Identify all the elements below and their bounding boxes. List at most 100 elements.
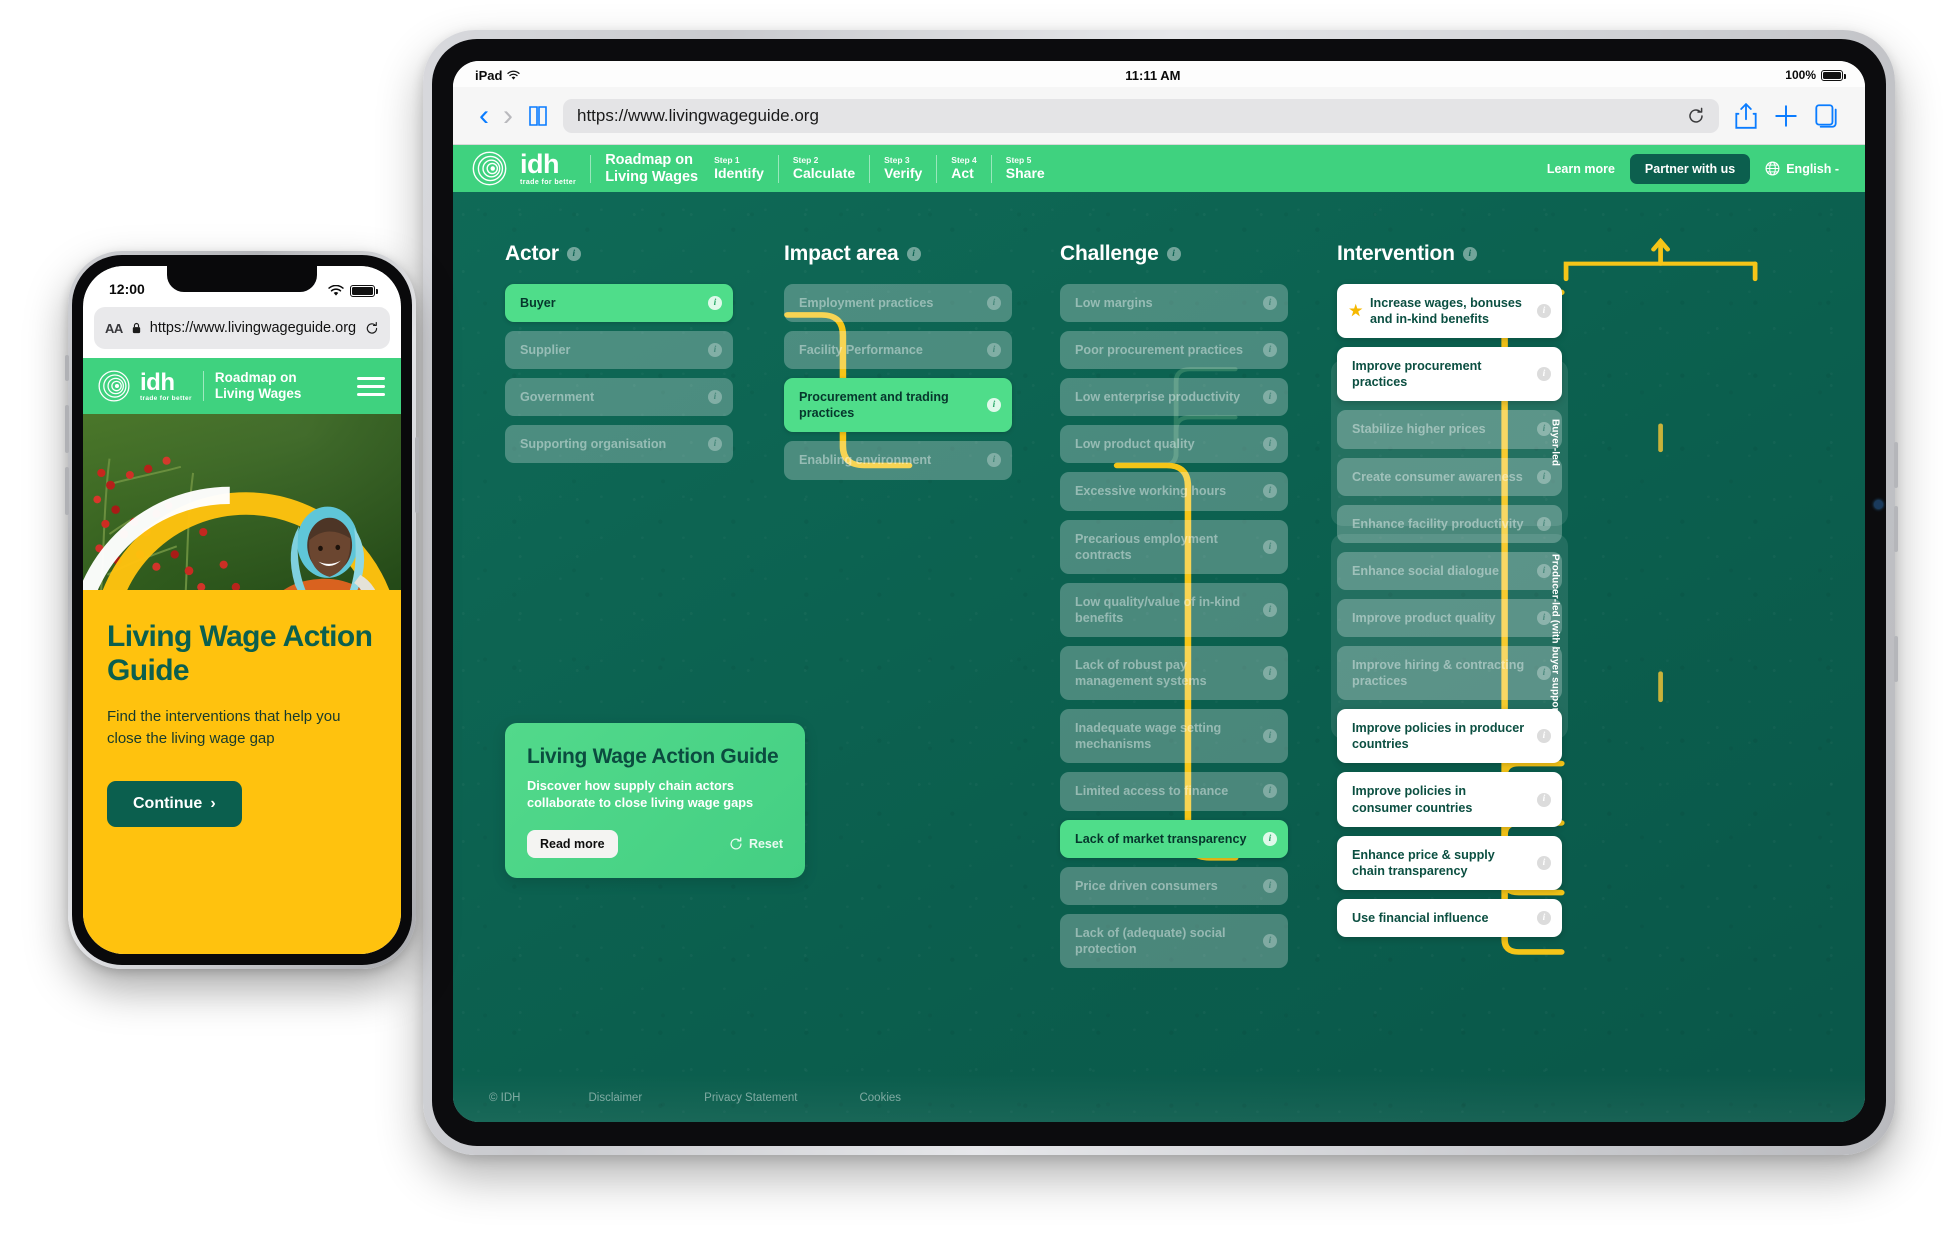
language-selector[interactable]: English -: [1765, 161, 1839, 176]
info-icon[interactable]: i: [1537, 610, 1551, 625]
info-icon[interactable]: i: [1263, 784, 1277, 799]
info-icon[interactable]: i: [1263, 343, 1277, 358]
partner-with-us-button[interactable]: Partner with us: [1629, 153, 1751, 184]
flow-node[interactable]: Facility Performance i: [784, 331, 1012, 370]
ipad-power-button[interactable]: [1894, 636, 1898, 682]
flow-node[interactable]: Excessive working hours i: [1060, 472, 1288, 511]
nav-step-act[interactable]: Step 4 Act: [951, 155, 977, 181]
footer-link[interactable]: Privacy Statement: [704, 1092, 797, 1104]
iphone-power-button[interactable]: [415, 437, 419, 513]
flow-node[interactable]: Supporting organisation i: [505, 425, 733, 464]
flow-node[interactable]: Low product quality i: [1060, 425, 1288, 464]
info-icon[interactable]: i: [1537, 469, 1551, 484]
nav-step-verify[interactable]: Step 3 Verify: [884, 155, 922, 181]
book-icon[interactable]: [527, 104, 549, 128]
footer-link[interactable]: Cookies: [859, 1092, 901, 1104]
info-icon[interactable]: i: [1263, 878, 1277, 893]
hamburger-icon[interactable]: [357, 376, 385, 396]
flow-node[interactable]: Use financial influence i: [1337, 898, 1562, 937]
flow-node[interactable]: Price driven consumers i: [1060, 866, 1288, 905]
flow-node[interactable]: Create consumer awareness i: [1337, 457, 1562, 496]
flow-node[interactable]: Precarious employment contracts i: [1060, 519, 1288, 574]
iphone-volume-down-button[interactable]: [65, 467, 69, 515]
info-icon[interactable]: i: [987, 343, 1001, 358]
info-icon[interactable]: i: [987, 296, 1001, 311]
flow-node[interactable]: Low quality/value of in-kind benefits i: [1060, 582, 1288, 637]
chevron-left-icon[interactable]: ‹: [479, 100, 489, 131]
flow-node[interactable]: Supplier i: [505, 331, 733, 370]
info-icon[interactable]: i: [906, 247, 921, 261]
info-icon[interactable]: i: [1263, 602, 1277, 617]
flow-node[interactable]: Procurement and trading practices i: [784, 378, 1012, 433]
info-icon[interactable]: i: [1263, 933, 1277, 948]
info-icon[interactable]: i: [1537, 792, 1551, 807]
flow-node[interactable]: Enhance social dialogue i: [1337, 551, 1562, 590]
info-icon[interactable]: i: [1263, 296, 1277, 311]
flow-node[interactable]: Stabilize higher prices i: [1337, 410, 1562, 449]
info-icon[interactable]: i: [708, 390, 722, 405]
text-size-button[interactable]: AA: [105, 321, 123, 336]
flow-node[interactable]: Low enterprise productivity i: [1060, 378, 1288, 417]
reload-icon[interactable]: [365, 320, 379, 337]
nav-step-calculate[interactable]: Step 2 Calculate: [793, 155, 855, 181]
flow-node[interactable]: Improve hiring & contracting practices i: [1337, 645, 1562, 701]
info-icon[interactable]: i: [1537, 367, 1551, 382]
nav-step-share[interactable]: Step 5 Share: [1006, 155, 1045, 181]
flow-node[interactable]: Inadequate wage setting mechanisms i: [1060, 709, 1288, 764]
info-icon[interactable]: i: [987, 453, 1001, 468]
iphone-silent-switch[interactable]: [65, 355, 69, 381]
flow-node[interactable]: Improve product quality i: [1337, 598, 1562, 637]
info-icon[interactable]: i: [1537, 855, 1551, 870]
info-icon[interactable]: i: [1263, 390, 1277, 405]
info-icon[interactable]: i: [1537, 563, 1551, 578]
flow-node[interactable]: Government i: [505, 378, 733, 417]
info-icon[interactable]: i: [708, 343, 722, 358]
flow-node[interactable]: Lack of robust pay management systems i: [1060, 645, 1288, 701]
flow-node[interactable]: ★ Increase wages, bonuses and in-kind ben…: [1337, 284, 1562, 339]
reload-icon[interactable]: [1687, 107, 1705, 125]
flow-node[interactable]: Buyer i: [505, 284, 733, 323]
tabs-icon[interactable]: [1813, 102, 1839, 130]
info-icon[interactable]: i: [1263, 831, 1277, 846]
info-icon[interactable]: i: [1537, 422, 1551, 437]
info-icon[interactable]: i: [1462, 247, 1477, 261]
flow-node[interactable]: Employment practices i: [784, 284, 1012, 323]
footer-link[interactable]: Disclaimer: [588, 1092, 642, 1104]
ipad-volume-up-button[interactable]: [1894, 442, 1898, 488]
flow-node[interactable]: Lack of market transparency i: [1060, 819, 1288, 858]
learn-more-link[interactable]: Learn more: [1547, 162, 1615, 176]
info-icon[interactable]: i: [1263, 437, 1277, 452]
info-icon[interactable]: i: [566, 247, 581, 261]
share-icon[interactable]: [1733, 102, 1759, 130]
flow-node[interactable]: Poor procurement practices i: [1060, 331, 1288, 370]
flow-node[interactable]: Enabling environment i: [784, 441, 1012, 480]
continue-button[interactable]: Continue ›: [107, 780, 242, 827]
flow-node[interactable]: Improve policies in producer countries i: [1337, 709, 1562, 764]
flow-node[interactable]: Enhance price & supply chain transparenc…: [1337, 835, 1562, 890]
info-icon[interactable]: i: [987, 398, 1001, 413]
ipad-volume-down-button[interactable]: [1894, 506, 1898, 552]
info-icon[interactable]: i: [1537, 516, 1551, 531]
read-more-button[interactable]: Read more: [527, 829, 618, 858]
info-icon[interactable]: i: [1263, 729, 1277, 744]
info-icon[interactable]: i: [1263, 484, 1277, 499]
nav-step-identify[interactable]: Step 1 Identify: [714, 155, 764, 181]
iphone-volume-up-button[interactable]: [65, 405, 69, 453]
info-icon[interactable]: i: [708, 437, 722, 452]
plus-icon[interactable]: [1773, 102, 1799, 130]
info-icon[interactable]: i: [708, 296, 722, 311]
info-icon[interactable]: i: [1537, 304, 1551, 319]
info-icon[interactable]: i: [1263, 539, 1277, 554]
flow-node[interactable]: Improve policies in consumer countries i: [1337, 772, 1562, 827]
info-icon[interactable]: i: [1537, 666, 1551, 681]
url-bar[interactable]: https://www.livingwageguide.org: [563, 98, 1719, 133]
chevron-right-icon[interactable]: ›: [503, 100, 513, 131]
info-icon[interactable]: i: [1537, 910, 1551, 925]
reset-button[interactable]: Reset: [729, 837, 783, 851]
flow-node[interactable]: Limited access to finance i: [1060, 772, 1288, 811]
info-icon[interactable]: i: [1166, 247, 1181, 261]
flow-node[interactable]: Low margins i: [1060, 284, 1288, 323]
info-icon[interactable]: i: [1537, 729, 1551, 744]
flow-node[interactable]: Lack of (adequate) social protection i: [1060, 913, 1288, 968]
iphone-url-bar[interactable]: AA https://www.livingwageguide.org: [94, 307, 390, 349]
